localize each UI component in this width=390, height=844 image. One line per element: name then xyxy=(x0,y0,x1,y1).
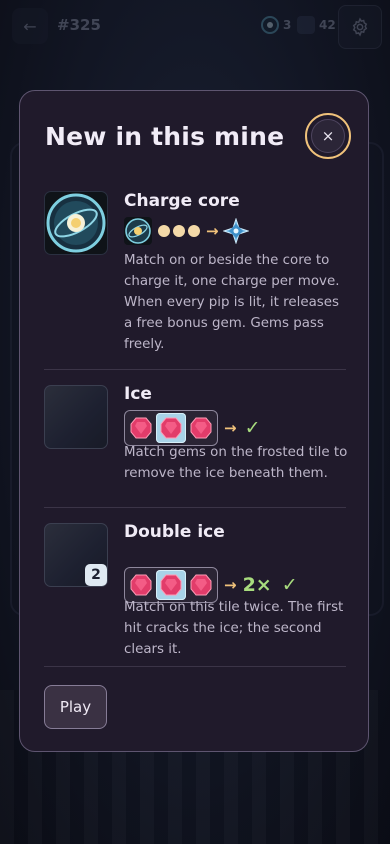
frosted-gem-cell xyxy=(156,413,186,443)
ruby-gem-icon xyxy=(160,417,182,439)
feature-description: Match gems on the frosted tile to remove… xyxy=(124,445,348,481)
gear-icon xyxy=(352,17,368,37)
feature-title: Double ice xyxy=(124,522,225,542)
back-arrow-icon: ← xyxy=(23,16,37,36)
new-features-modal: New in this mine × Charge core → Match o… xyxy=(19,90,369,752)
hit-count-badge: 2 xyxy=(85,564,107,586)
gem-cell xyxy=(128,571,154,599)
level-number: #325 xyxy=(57,16,101,34)
close-button[interactable]: × xyxy=(305,113,351,159)
gem-cell xyxy=(188,414,214,442)
gem-count: 42 xyxy=(319,18,336,32)
charge-core-icon xyxy=(124,217,152,245)
feature-title: Ice xyxy=(124,384,152,404)
feature-title: Charge core xyxy=(124,191,240,211)
close-icon: × xyxy=(311,119,345,153)
result-arrow: → xyxy=(224,419,237,437)
gem-cell xyxy=(188,571,214,599)
multiplier-label: 2× xyxy=(242,574,272,596)
check-icon: ✓ xyxy=(244,417,261,439)
gem-icon xyxy=(297,16,315,34)
ruby-gem-icon xyxy=(160,574,182,596)
play-button[interactable]: Play xyxy=(44,685,107,729)
feature-double-ice: 2 Double ice → 2× ✓ Match on this tile t… xyxy=(44,508,346,667)
frosted-gem-cell xyxy=(156,570,186,600)
feature-description: Match on this tile twice. The first hit … xyxy=(124,600,344,657)
charge-core-demo: → xyxy=(124,217,249,245)
settings-button[interactable] xyxy=(338,5,382,49)
pip-icon xyxy=(173,225,185,237)
gem-cell xyxy=(128,414,154,442)
burst-gem-icon xyxy=(222,218,249,244)
pip-icon xyxy=(158,225,170,237)
ice-demo: → ✓ xyxy=(124,410,261,446)
ice-tile-thumbnail xyxy=(44,385,108,449)
ruby-gem-icon xyxy=(130,574,152,596)
gem-counter: 42 xyxy=(297,16,336,34)
core-icon xyxy=(261,16,279,34)
check-icon: ✓ xyxy=(281,574,298,596)
feature-description: Match on or beside the core to charge it… xyxy=(124,253,340,352)
result-arrow: → xyxy=(224,576,237,594)
result-arrow: → xyxy=(206,222,219,240)
core-counter: 3 xyxy=(261,16,291,34)
pip-icon xyxy=(188,225,200,237)
double-ice-tile-thumbnail: 2 xyxy=(44,523,108,587)
feature-ice: Ice → ✓ Match gems on the frosted tile t… xyxy=(44,370,348,508)
gem-row xyxy=(124,410,218,446)
core-count: 3 xyxy=(283,18,292,32)
charge-core-thumbnail xyxy=(44,191,108,255)
back-button[interactable]: ← xyxy=(12,8,48,44)
ruby-gem-icon xyxy=(130,417,152,439)
charge-core-icon xyxy=(46,193,106,253)
top-bar: ← #325 3 42 xyxy=(0,0,390,52)
ruby-gem-icon xyxy=(190,417,212,439)
modal-title: New in this mine xyxy=(45,122,285,151)
feature-charge-core: Charge core → Match on or beside the cor… xyxy=(44,191,346,370)
ruby-gem-icon xyxy=(190,574,212,596)
